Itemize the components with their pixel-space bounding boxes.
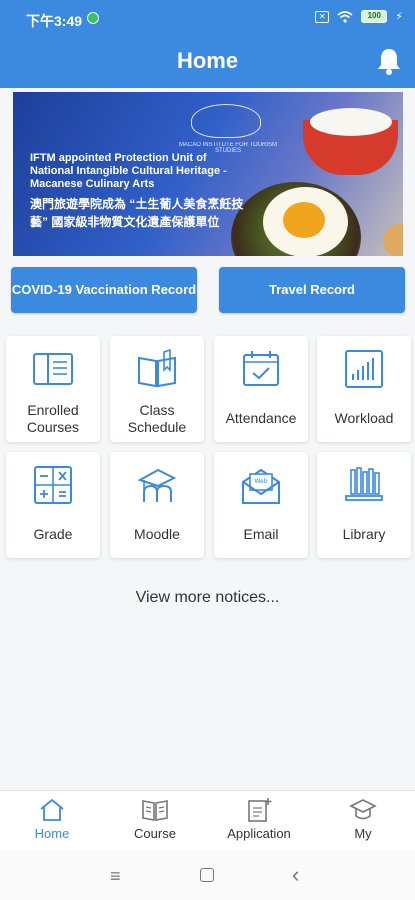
glass-shape <box>383 224 403 256</box>
tab-home[interactable]: Home <box>7 797 97 841</box>
tile-label: Grade <box>33 526 73 542</box>
wifi-icon <box>337 10 353 23</box>
tile-attendance[interactable]: Attendance <box>214 336 308 442</box>
tab-label: Home <box>34 826 70 841</box>
news-banner[interactable]: MACAO INSTITUTE FOR TOURISM STUDIES IFTM… <box>13 92 403 256</box>
banner-chinese-text: 澳門旅遊學院成為 “土生葡人美食烹飪技藝” 國家級非物質文化遺產保護單位 <box>30 197 244 229</box>
status-icons: ✕ 100 ⚡ <box>315 10 403 23</box>
email-icon: Web <box>242 468 280 504</box>
battery-icon: 100 <box>361 10 388 23</box>
tile-enrolled-courses[interactable]: Enrolled Courses <box>6 336 100 442</box>
enrolled-courses-icon <box>33 353 73 385</box>
rice-shape <box>310 108 392 136</box>
application-icon <box>248 798 272 822</box>
home-icon <box>40 798 64 821</box>
tile-label: Attendance <box>225 410 297 426</box>
menu-icon[interactable]: ≡ <box>110 866 121 887</box>
status-time: 下午3:49 <box>26 13 83 29</box>
tile-label: Email <box>243 526 279 542</box>
tile-label: Enrolled Courses <box>26 402 80 435</box>
tab-my[interactable]: My <box>318 797 408 841</box>
tab-label: My <box>354 826 372 841</box>
tile-label: Library <box>342 526 386 542</box>
institute-logo-icon <box>191 104 261 138</box>
workload-icon <box>345 350 383 388</box>
charging-icon: ⚡ <box>395 11 403 23</box>
tile-label: Class Schedule <box>127 402 187 435</box>
tile-library[interactable]: Library <box>317 452 411 558</box>
tile-label: Moodle <box>134 526 180 542</box>
app-bar: Home <box>0 36 415 88</box>
class-schedule-icon <box>138 348 176 388</box>
tile-label: Workload <box>334 410 394 426</box>
tab-application[interactable]: Application <box>214 797 304 841</box>
moodle-icon <box>137 468 177 502</box>
attendance-icon <box>243 351 279 386</box>
tile-moodle[interactable]: Moodle <box>110 452 204 558</box>
banner-english-text: IFTM appointed Protection Unit of Nation… <box>30 152 227 190</box>
email-icon-text: Web <box>254 478 267 485</box>
status-bar: 下午3:49 ✕ 100 ⚡ <box>0 0 415 36</box>
bottom-tab-bar: Home Course Application My <box>0 790 415 850</box>
tile-grade[interactable]: Grade <box>6 452 100 558</box>
system-nav-bar: ≡ ‹ <box>0 850 415 900</box>
grade-icon <box>34 466 72 504</box>
view-more-notices-link[interactable]: View more notices... <box>0 589 415 607</box>
course-icon <box>142 800 168 821</box>
tab-label: Course <box>134 826 176 841</box>
tile-class-schedule[interactable]: Class Schedule <box>110 336 204 442</box>
notification-dot-icon <box>87 12 99 24</box>
back-icon[interactable]: ‹ <box>292 862 299 888</box>
sim-icon: ✕ <box>315 10 330 23</box>
tab-course[interactable]: Course <box>110 797 200 841</box>
my-icon <box>349 799 377 820</box>
tile-workload[interactable]: Workload <box>317 336 411 442</box>
tab-label: Application <box>227 826 291 841</box>
bell-icon[interactable] <box>375 46 403 76</box>
home-square-icon[interactable] <box>200 868 214 882</box>
library-icon <box>345 467 383 501</box>
tile-email[interactable]: Web Email <box>214 452 308 558</box>
egg-yolk-shape <box>283 202 325 238</box>
page-title: Home <box>176 48 239 73</box>
covid-vaccination-record-button[interactable]: COVID-19 Vaccination Record <box>11 267 197 313</box>
travel-record-button[interactable]: Travel Record <box>219 267 405 313</box>
